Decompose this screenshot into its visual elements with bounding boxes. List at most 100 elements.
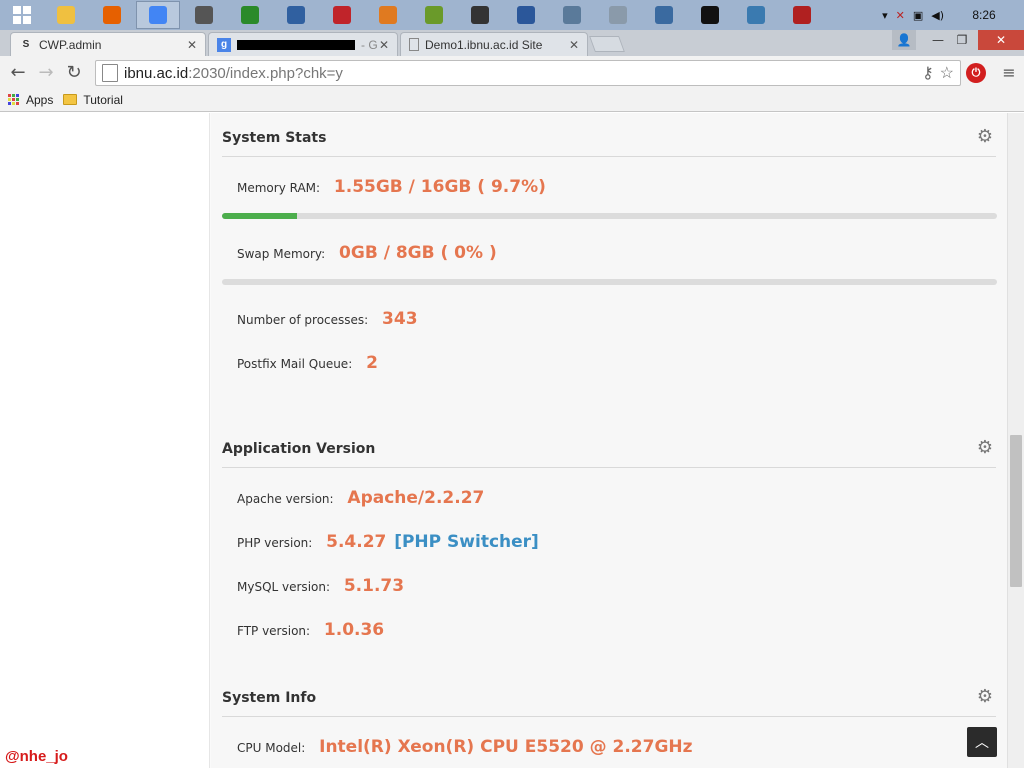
monitor-icon [747, 6, 765, 24]
swap-row: Swap Memory: 0GB / 8GB ( 0% ) [237, 243, 497, 263]
php-value: 5.4.27 [326, 532, 387, 552]
close-icon[interactable]: ✕ [569, 38, 579, 52]
tab-strip: S CWP.admin ✕ g - G ✕ Demo1.ibnu.ac.id S… [0, 30, 1024, 56]
tab-title: - G [361, 37, 378, 52]
restore-button[interactable]: ❐ [950, 30, 974, 50]
apache-row: Apache version: Apache/2.2.27 [237, 488, 484, 508]
processes-label: Number of processes: [237, 313, 369, 327]
taskbar-app-button[interactable] [458, 1, 502, 29]
taskbar-app-button[interactable] [412, 1, 456, 29]
sync-icon [425, 6, 443, 24]
swap-value: 0GB / 8GB ( 0% ) [339, 243, 497, 263]
taskbar: ▾ ✕ ▣ ◀) 8:26 [0, 0, 1024, 30]
mailqueue-row: Postfix Mail Queue: 2 [237, 353, 378, 373]
taskbar-app-button[interactable] [596, 1, 640, 29]
cmd-icon [701, 6, 719, 24]
window-icon [379, 6, 397, 24]
tab-title: CWP.admin [39, 37, 102, 52]
mailqueue-label: Postfix Mail Queue: [237, 357, 353, 371]
memory-progress-bar [222, 213, 997, 219]
taskbar-app-button[interactable] [320, 1, 364, 29]
taskbar-app-button[interactable] [688, 1, 732, 29]
section-title-system-stats: System Stats [222, 130, 327, 146]
virtualbox-icon [287, 6, 305, 24]
volume-icon[interactable]: ◀) [931, 9, 944, 22]
grid-icon [609, 6, 627, 24]
taskbar-app-button[interactable] [550, 1, 594, 29]
url-host: ibnu.ac.id [124, 64, 189, 82]
taskbar-app-button[interactable] [228, 1, 272, 29]
page-icon [409, 38, 419, 51]
taskbar-app-button[interactable] [504, 1, 548, 29]
taskbar-app-button[interactable] [642, 1, 686, 29]
close-icon[interactable]: ✕ [187, 38, 197, 52]
tool-icon [563, 6, 581, 24]
taskbar-app-button[interactable] [182, 1, 226, 29]
gear-icon[interactable]: ⚙ [977, 437, 993, 458]
bookmark-apps[interactable]: Apps [8, 93, 53, 107]
back-button[interactable]: ← [4, 58, 32, 86]
cpu-row: CPU Model: Intel(R) Xeon(R) CPU E5520 @ … [237, 737, 693, 757]
new-tab-button[interactable] [589, 36, 625, 52]
power-icon[interactable]: ▣ [913, 9, 923, 22]
start-button[interactable] [0, 0, 44, 30]
google-favicon-icon: g [217, 37, 231, 52]
bookmark-tutorial[interactable]: Tutorial [63, 93, 123, 107]
record-icon [793, 6, 811, 24]
reload-button[interactable]: ↻ [60, 58, 88, 86]
folder-icon [63, 94, 78, 105]
gear-icon[interactable]: ⚙ [977, 126, 993, 147]
apache-label: Apache version: [237, 492, 334, 506]
media-icon [471, 6, 489, 24]
taskbar-app-button[interactable] [734, 1, 778, 29]
section-divider [222, 156, 996, 157]
forward-button[interactable]: → [32, 58, 60, 86]
tab-cwp-admin[interactable]: S CWP.admin ✕ [10, 32, 206, 56]
bookmarks-bar: Apps Tutorial [0, 88, 1024, 112]
tab-google[interactable]: g - G ✕ [208, 32, 398, 56]
tab-demo-site[interactable]: Demo1.ibnu.ac.id Site ✕ [400, 32, 588, 56]
key-icon[interactable]: ⚷ [922, 63, 934, 83]
adblock-extension-icon[interactable]: ⏻ [966, 63, 986, 83]
mysql-row: MySQL version: 5.1.73 [237, 576, 404, 596]
taskbar-app-button[interactable] [44, 1, 88, 29]
menu-icon[interactable]: ≡ [1000, 63, 1018, 83]
close-icon[interactable]: ✕ [379, 38, 389, 52]
taskbar-app-button[interactable] [780, 1, 824, 29]
memory-row: Memory RAM: 1.55GB / 16GB ( 9.7%) [237, 177, 546, 197]
chrome-icon [149, 6, 167, 24]
network-tool-icon [241, 6, 259, 24]
memory-progress-fill [222, 213, 298, 219]
clock[interactable]: 8:26 [952, 8, 1016, 22]
processes-value: 343 [382, 309, 418, 329]
network-icon[interactable]: ✕ [896, 9, 905, 22]
php-row: PHP version: 5.4.27 [PHP Switcher] [237, 532, 539, 552]
memory-label: Memory RAM: [237, 181, 321, 195]
left-sidebar [0, 113, 210, 768]
close-window-button[interactable]: ✕ [978, 30, 1024, 50]
user-icon[interactable]: 👤 [892, 30, 916, 50]
windows-logo-icon [13, 6, 31, 24]
putty-icon [195, 6, 213, 24]
address-bar[interactable]: ibnu.ac.id:2030/index.php?chk=y ⚷ ☆ [95, 60, 961, 86]
mailqueue-value: 2 [366, 353, 378, 373]
minimize-button[interactable]: — [926, 30, 950, 50]
tab-title: Demo1.ibnu.ac.id Site [425, 37, 543, 52]
scroll-to-top-button[interactable]: ︿ [967, 727, 997, 757]
bookmark-label: Apps [26, 92, 54, 107]
processes-row: Number of processes: 343 [237, 309, 418, 329]
page-scrollbar[interactable] [1007, 113, 1024, 768]
taskbar-app-button[interactable] [136, 1, 180, 29]
scrollbar-thumb[interactable] [1010, 435, 1022, 587]
php-switcher-link[interactable]: [PHP Switcher] [394, 532, 539, 552]
memory-value: 1.55GB / 16GB ( 9.7%) [333, 177, 546, 197]
gear-icon[interactable]: ⚙ [977, 686, 993, 707]
taskbar-app-button[interactable] [274, 1, 318, 29]
url-path: :2030/index.php?chk=y [188, 64, 343, 82]
swap-progress-bar [222, 279, 997, 285]
chevron-up-icon[interactable]: ▾ [882, 9, 888, 22]
taskbar-app-button[interactable] [366, 1, 410, 29]
php-label: PHP version: [237, 536, 313, 550]
taskbar-app-button[interactable] [90, 1, 134, 29]
star-icon[interactable]: ☆ [940, 63, 954, 83]
